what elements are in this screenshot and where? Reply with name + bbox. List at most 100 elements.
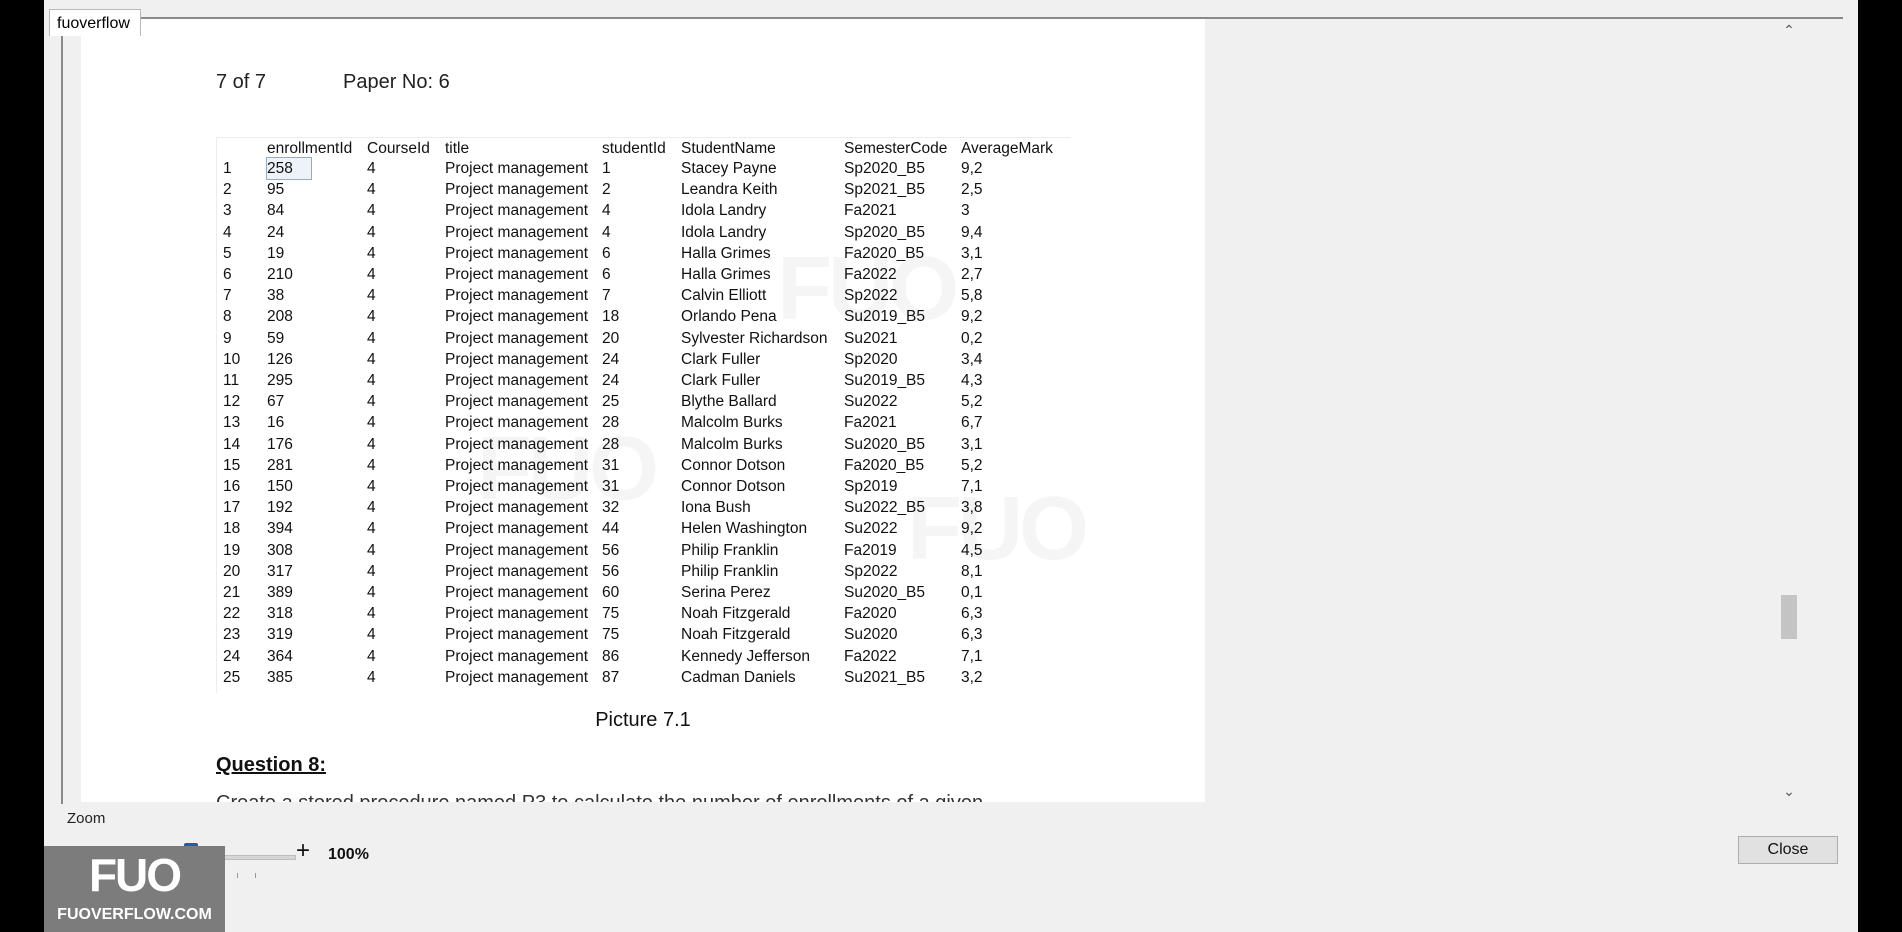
column-header-title: title: [445, 140, 470, 157]
cell-title: Project management: [445, 456, 589, 474]
cell-course-id: 4: [367, 541, 376, 559]
tab-fuoverflow[interactable]: fuoverflow: [49, 9, 141, 36]
cell-enrollment-id: 150: [267, 478, 293, 495]
cell-title: Project management: [445, 287, 589, 305]
zoom-in-button[interactable]: +: [296, 837, 310, 865]
cell-semester-code: Sp2022: [844, 287, 898, 305]
cell-average-mark: 3: [961, 202, 970, 220]
cell-title: Project management: [445, 584, 589, 601]
cell-course-id: 4: [367, 562, 376, 580]
cell-semester-code: Su2019_B5: [844, 372, 926, 389]
cell-row-number: 6: [223, 266, 232, 283]
cell-student-name: Kennedy Jefferson: [681, 647, 810, 665]
logo-mark: FUO: [88, 849, 182, 901]
vertical-scrollbar[interactable]: ⌃ ⌄: [1778, 19, 1800, 802]
cell-title: Project management: [445, 668, 589, 686]
cell-course-id: 4: [367, 329, 376, 347]
cell-student-id: 20: [602, 329, 620, 347]
cell-course-id: 4: [367, 181, 376, 199]
cell-student-name: Helen Washington: [681, 520, 808, 538]
cell-student-name: Blythe Ballard: [681, 393, 777, 411]
cell-student-name: Sylvester Richardson: [681, 329, 828, 347]
cell-title: Project management: [445, 202, 589, 220]
logo-site-text: FUOVERFLOW.COM: [57, 906, 212, 923]
cell-enrollment-id: 258: [266, 157, 312, 180]
cell-enrollment-id: 176: [267, 435, 293, 453]
cell-course-id: 4: [367, 223, 376, 241]
cell-average-mark: 8,1: [961, 562, 983, 580]
cell-enrollment-id: 308: [267, 541, 293, 559]
cell-enrollment-id: 318: [267, 605, 293, 623]
chevron-up-icon[interactable]: ⌃: [1778, 19, 1800, 41]
cell-title: Project management: [445, 329, 589, 347]
cell-title: Project management: [445, 160, 589, 177]
document-viewport[interactable]: 7 of 7 Paper No: 6 FUO FUO FUO enrollmen…: [63, 19, 1797, 802]
cell-enrollment-id: 84: [267, 202, 285, 220]
cell-student-name: Noah Fitzgerald: [681, 605, 791, 623]
cell-title: Project management: [445, 541, 589, 559]
cell-student-id: 56: [602, 541, 620, 559]
cell-semester-code: Fa2019: [844, 541, 897, 559]
cell-course-id: 4: [367, 584, 376, 601]
cell-row-number: 9: [223, 329, 232, 347]
scrollbar-thumb[interactable]: [1781, 595, 1797, 639]
cell-enrollment-id: 192: [267, 499, 293, 517]
cell-row-number: 11: [223, 372, 240, 389]
cell-enrollment-id: 38: [267, 287, 285, 305]
cell-average-mark: 4,5: [961, 541, 983, 559]
cell-row-number: 15: [223, 456, 241, 474]
cell-title: Project management: [445, 414, 589, 432]
cell-enrollment-id: 389: [267, 584, 293, 601]
cell-semester-code: Su2022: [844, 520, 898, 538]
zoom-label: Zoom: [67, 810, 106, 827]
cell-student-name: Idola Landry: [681, 223, 767, 241]
cell-semester-code: Su2019_B5: [844, 308, 926, 326]
cell-student-name: Orlando Pena: [681, 308, 777, 326]
chevron-down-icon[interactable]: ⌄: [1778, 780, 1800, 802]
cell-student-id: 32: [602, 499, 620, 517]
cell-student-name: Malcolm Burks: [681, 414, 783, 432]
cell-average-mark: 6,7: [961, 414, 983, 432]
cell-row-number: 2: [223, 181, 232, 199]
cell-title: Project management: [445, 435, 589, 453]
cell-title: Project management: [445, 499, 589, 517]
cell-row-number: 14: [223, 435, 241, 453]
cell-course-id: 4: [367, 308, 376, 326]
cell-student-name: Philip Franklin: [681, 541, 779, 559]
cell-average-mark: 4,3: [961, 372, 983, 389]
watermark-logo: FUO: [907, 479, 1089, 579]
query-result-table: FUO FUO FUO enrollmentId CourseId title stu…: [216, 137, 1089, 693]
cell-student-name: Clark Fuller: [681, 372, 761, 389]
cell-student-name: Connor Dotson: [681, 478, 786, 495]
cell-student-name: Malcolm Burks: [681, 435, 783, 453]
cell-average-mark: 5,2: [961, 456, 983, 474]
cell-student-id: 1: [602, 160, 611, 177]
page-indicator: 7 of 7: [216, 71, 267, 93]
close-button[interactable]: Close: [1738, 836, 1838, 864]
cell-row-number: 18: [223, 520, 241, 538]
cell-student-id: 75: [602, 605, 620, 623]
cell-row-number: 13: [223, 414, 241, 432]
cell-semester-code: Fa2020: [844, 605, 897, 623]
cell-title: Project management: [445, 626, 589, 644]
cell-row-number: 8: [223, 308, 232, 326]
cell-student-id: 24: [602, 372, 620, 389]
question-text: Create a stored procedure named P3 to ca…: [216, 792, 983, 802]
cell-enrollment-id: 385: [267, 668, 293, 686]
cell-average-mark: 9,2: [961, 160, 983, 177]
cell-student-id: 4: [602, 202, 611, 220]
cell-average-mark: 9,4: [961, 223, 983, 241]
cell-student-id: 28: [602, 414, 620, 432]
document-viewer-window: fuoverflow 7 of 7 Paper No: 6 FUO FUO FU…: [44, 0, 1858, 932]
column-header-course-id: CourseId: [367, 140, 430, 157]
cell-row-number: 7: [223, 287, 232, 305]
cell-course-id: 4: [367, 414, 376, 432]
cell-semester-code: Fa2021: [844, 414, 897, 432]
cell-title: Project management: [445, 372, 589, 389]
cell-student-name: Cadman Daniels: [681, 668, 796, 686]
cell-enrollment-id: 394: [267, 520, 293, 538]
cell-semester-code: Sp2022: [844, 562, 898, 580]
cell-semester-code: Su2020: [844, 626, 898, 644]
cell-student-name: Serina Perez: [681, 584, 771, 601]
cell-average-mark: 0,2: [961, 329, 983, 347]
